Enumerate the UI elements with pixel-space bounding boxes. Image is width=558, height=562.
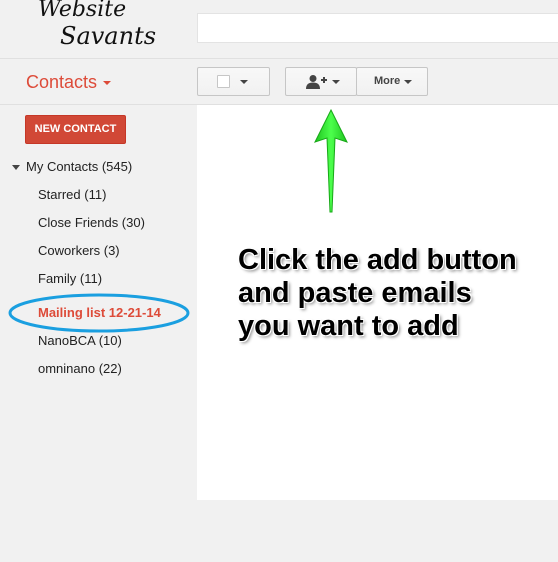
sidebar-item-coworkers[interactable]: Coworkers (3) xyxy=(38,243,120,259)
sidebar-item-starred[interactable]: Starred (11) xyxy=(38,187,106,203)
chevron-down-icon xyxy=(404,80,412,84)
top-bar: Website Savants xyxy=(0,0,558,58)
add-person-icon xyxy=(306,75,327,89)
svg-text:Savants: Savants xyxy=(60,22,156,50)
callout-line: and paste emails xyxy=(238,277,472,309)
checkbox-icon[interactable] xyxy=(217,75,230,88)
highlight-ring-annotation xyxy=(8,293,190,333)
sidebar-item-omninano[interactable]: omninano (22) xyxy=(38,361,122,377)
chevron-down-icon xyxy=(240,80,248,84)
header-divider xyxy=(0,58,558,59)
new-contact-button[interactable]: NEW CONTACT xyxy=(25,115,126,144)
callout-line: you want to add xyxy=(238,310,459,342)
more-button[interactable]: More xyxy=(356,67,428,96)
sidebar-item-my-contacts[interactable]: My Contacts (545) xyxy=(12,159,132,175)
select-all-button[interactable] xyxy=(197,67,270,96)
more-button-label: More xyxy=(374,75,401,87)
search-input[interactable] xyxy=(197,13,558,43)
svg-text:Website: Website xyxy=(38,0,126,22)
sidebar-item-close-friends[interactable]: Close Friends (30) xyxy=(38,215,145,231)
chevron-down-icon xyxy=(103,81,112,86)
app-title-label: Contacts xyxy=(26,72,98,92)
chevron-down-icon xyxy=(332,80,340,84)
add-to-contacts-button[interactable] xyxy=(285,67,357,96)
app-title[interactable]: Contacts xyxy=(26,72,112,92)
instruction-callout: Click the add button and paste emails yo… xyxy=(238,244,556,343)
callout-line: Click the add button xyxy=(238,244,517,276)
expand-triangle-icon[interactable] xyxy=(12,165,20,171)
green-arrow-annotation xyxy=(314,108,348,213)
sidebar-item-label: My Contacts (545) xyxy=(26,159,133,174)
sidebar-item-family[interactable]: Family (11) xyxy=(38,271,102,287)
website-savants-logo: Website Savants xyxy=(38,0,156,50)
